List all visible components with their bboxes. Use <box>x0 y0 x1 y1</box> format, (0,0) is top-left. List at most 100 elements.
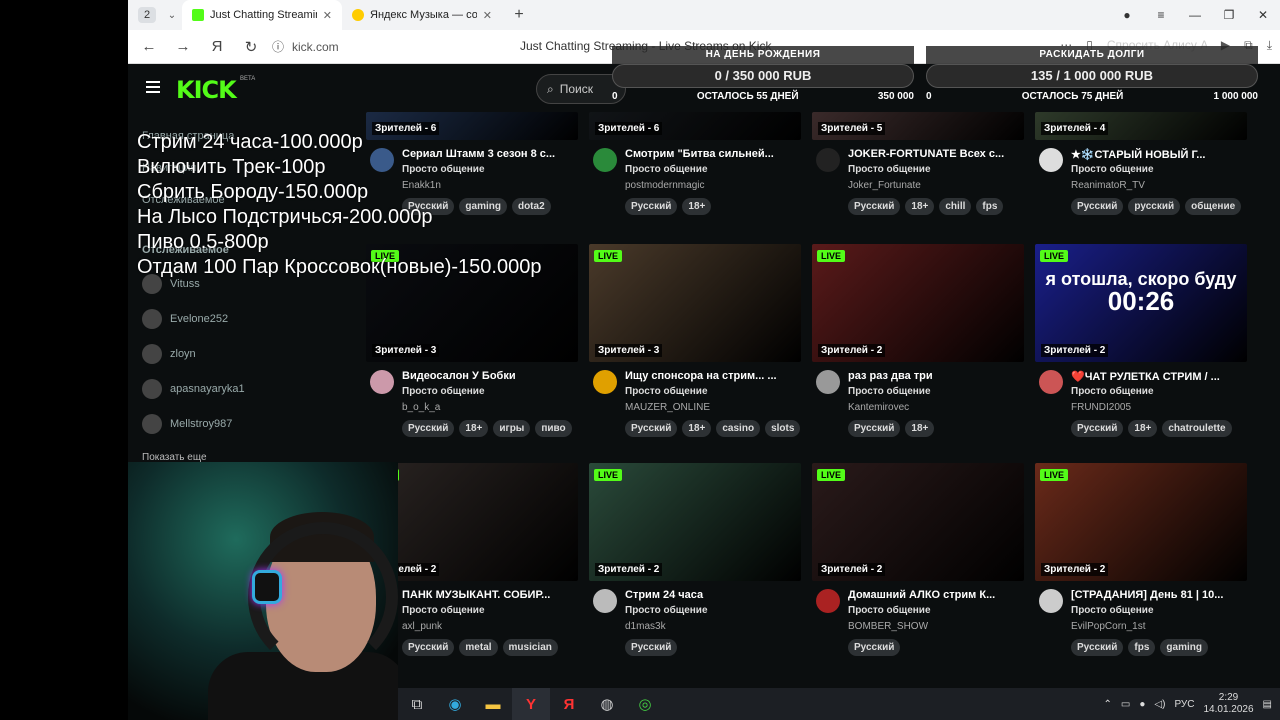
stream-category[interactable]: Просто общение <box>1071 164 1154 175</box>
stream-tag[interactable]: musician <box>502 639 558 656</box>
stream-card[interactable]: LIVE Зрителей - 2 [СТРАДАНИЯ] День 81 | 1… <box>1035 463 1247 665</box>
sidebar-channel[interactable]: apasnayaryka1 <box>142 379 245 399</box>
stream-title[interactable]: Смотрим "Битва сильней... <box>625 148 797 160</box>
stream-category[interactable]: Просто общение <box>625 164 708 175</box>
stream-title[interactable]: [СТРАДАНИЯ] День 81 | 10... <box>1071 589 1243 601</box>
stream-tag[interactable]: chatroulette <box>1162 420 1232 437</box>
close-window-button[interactable]: ✕ <box>1246 8 1280 22</box>
edge-icon[interactable]: ◉ <box>436 688 474 720</box>
stream-tag[interactable]: 18+ <box>905 198 935 215</box>
avatar[interactable] <box>1039 589 1063 613</box>
stream-tag[interactable]: fps <box>976 198 1004 215</box>
stream-username[interactable]: d1mas3k <box>625 621 666 632</box>
stream-thumbnail[interactable]: Зрителей - 6 <box>589 112 801 140</box>
stream-tag[interactable]: русский <box>1128 198 1181 215</box>
stream-tag[interactable]: 18+ <box>1128 420 1158 437</box>
stream-thumbnail[interactable]: LIVE я отошла, скоро буду 00:26 Зрителей - … <box>1035 244 1247 362</box>
stream-category[interactable]: Просто общение <box>625 605 708 616</box>
stream-thumbnail[interactable]: Зрителей - 5 <box>812 112 1024 140</box>
stream-tag[interactable]: Русский <box>402 420 455 437</box>
stream-title[interactable]: Стрим 24 часа <box>625 589 797 601</box>
avatar[interactable] <box>816 148 840 172</box>
stream-card[interactable]: LIVE я отошла, скоро буду 00:26 Зрителей - … <box>1035 244 1247 446</box>
stream-username[interactable]: Joker_Fortunate <box>848 180 921 191</box>
mic-icon[interactable]: ● <box>1139 699 1145 710</box>
url-field[interactable]: kick.com <box>292 40 339 54</box>
tab-list-chevron-icon[interactable]: ⌄ <box>162 10 182 21</box>
stream-title[interactable]: ❤️ЧАТ РУЛЕТКА СТРИМ / ... <box>1071 370 1243 383</box>
stream-tag[interactable]: Русский <box>625 639 678 656</box>
sidebar-channel[interactable]: Evelone252 <box>142 309 228 329</box>
tab-kick[interactable]: Just Chatting Streaming ✕ <box>182 0 342 30</box>
stream-tag[interactable]: Русский <box>1071 639 1124 656</box>
stream-card[interactable]: LIVE Зрителей - 2 Домашний АЛКО стрим К..… <box>812 463 1024 665</box>
stream-thumbnail[interactable]: LIVE Зрителей - 2 <box>589 463 801 581</box>
menu-icon[interactable]: ≡ <box>1144 8 1178 22</box>
stream-category[interactable]: Просто общение <box>848 605 931 616</box>
stream-tag[interactable]: metal <box>459 639 498 656</box>
stream-username[interactable]: MAUZER_ONLINE <box>625 402 710 413</box>
profile-icon[interactable]: ● <box>1110 8 1144 22</box>
stream-category[interactable]: Просто общение <box>848 386 931 397</box>
chrome-icon[interactable]: ◎ <box>626 688 664 720</box>
stream-title[interactable]: Ищу спонсора на стрим... ... <box>625 370 797 382</box>
avatar[interactable] <box>816 370 840 394</box>
new-tab-button[interactable]: + <box>508 4 530 26</box>
stream-username[interactable]: BOMBER_SHOW <box>848 621 928 632</box>
stream-tag[interactable]: gaming <box>1160 639 1208 656</box>
stream-username[interactable]: EvilPopCorn_1st <box>1071 621 1145 632</box>
stream-card[interactable]: Зрителей - 4 ★❄️СТАРЫЙ НОВЫЙ Г... Просто… <box>1035 112 1247 224</box>
stream-category[interactable]: Просто общение <box>1071 386 1154 397</box>
stream-category[interactable]: Просто общение <box>848 164 931 175</box>
sidebar-channel[interactable]: zloyn <box>142 344 196 364</box>
reload-icon[interactable]: ↻ <box>234 38 268 56</box>
stream-card[interactable]: LIVE Зрителей - 2 Стрим 24 часа Просто об… <box>589 463 801 665</box>
stream-tag[interactable]: Русский <box>1071 420 1124 437</box>
back-icon[interactable]: ← <box>132 38 166 55</box>
stream-tag[interactable]: 18+ <box>905 420 935 437</box>
stream-card[interactable]: Зрителей - 5 JOKER-FORTUNATE Всех с... П… <box>812 112 1024 224</box>
forward-icon[interactable]: → <box>166 38 200 55</box>
site-info-icon[interactable]: ⓘ <box>268 38 288 55</box>
explorer-icon[interactable]: ▬ <box>474 688 512 720</box>
stream-title[interactable]: Домашний АЛКО стрим К... <box>848 589 1020 601</box>
stream-category[interactable]: Просто общение <box>625 386 708 397</box>
tab-yandex-music[interactable]: Яндекс Музыка — собира ✕ <box>342 0 502 30</box>
yandex-browser-icon[interactable]: Y <box>512 688 550 720</box>
stream-username[interactable]: Kantemirovec <box>848 402 909 413</box>
stream-category[interactable]: Просто общение <box>1071 605 1154 616</box>
volume-icon[interactable]: ◁) <box>1154 699 1165 710</box>
notifications-icon[interactable]: ▤ <box>1263 699 1272 710</box>
stream-username[interactable]: axl_punk <box>402 621 442 632</box>
stream-tag[interactable]: 18+ <box>682 420 712 437</box>
language-indicator[interactable]: РУС <box>1174 699 1194 710</box>
menu-burger-icon[interactable] <box>146 81 160 93</box>
stream-username[interactable]: b_o_k_a <box>402 402 440 413</box>
kick-logo[interactable]: KICK <box>176 76 237 104</box>
close-tab-icon[interactable]: ✕ <box>323 9 332 22</box>
stream-tag[interactable]: общение <box>1185 198 1242 215</box>
obs-icon[interactable]: ◍ <box>588 688 626 720</box>
stream-title[interactable]: раз раз два три <box>848 370 1020 382</box>
minimize-button[interactable]: — <box>1178 8 1212 22</box>
task-view-icon[interactable]: ⧉ <box>398 688 436 720</box>
stream-tag[interactable]: 18+ <box>682 198 712 215</box>
network-icon[interactable]: ▭ <box>1121 699 1130 710</box>
stream-username[interactable]: ReanimatoR_TV <box>1071 180 1145 191</box>
close-tab-icon[interactable]: ✕ <box>483 9 492 22</box>
restore-button[interactable]: ❐ <box>1212 8 1246 22</box>
stream-title[interactable]: ПАНК МУЗЫКАНТ. СОБИР... <box>402 589 574 601</box>
avatar[interactable] <box>816 589 840 613</box>
stream-title[interactable]: ★❄️СТАРЫЙ НОВЫЙ Г... <box>1071 148 1243 161</box>
stream-card[interactable]: LIVE Зрителей - 3 Ищу спонсора на стрим..… <box>589 244 801 446</box>
stream-thumbnail[interactable]: LIVE Зрителей - 2 <box>1035 463 1247 581</box>
stream-tag[interactable]: Русский <box>848 420 901 437</box>
tab-count-badge[interactable]: 2 <box>138 7 156 23</box>
stream-tag[interactable]: 18+ <box>459 420 489 437</box>
stream-tag[interactable]: игры <box>493 420 531 437</box>
stream-card[interactable]: Зрителей - 6 Смотрим "Битва сильней... П… <box>589 112 801 224</box>
stream-title[interactable]: Видеосалон У Бобки <box>402 370 574 382</box>
yandex-icon[interactable]: Я <box>550 688 588 720</box>
stream-thumbnail[interactable]: LIVE Зрителей - 2 <box>812 244 1024 362</box>
stream-tag[interactable]: Русский <box>625 420 678 437</box>
